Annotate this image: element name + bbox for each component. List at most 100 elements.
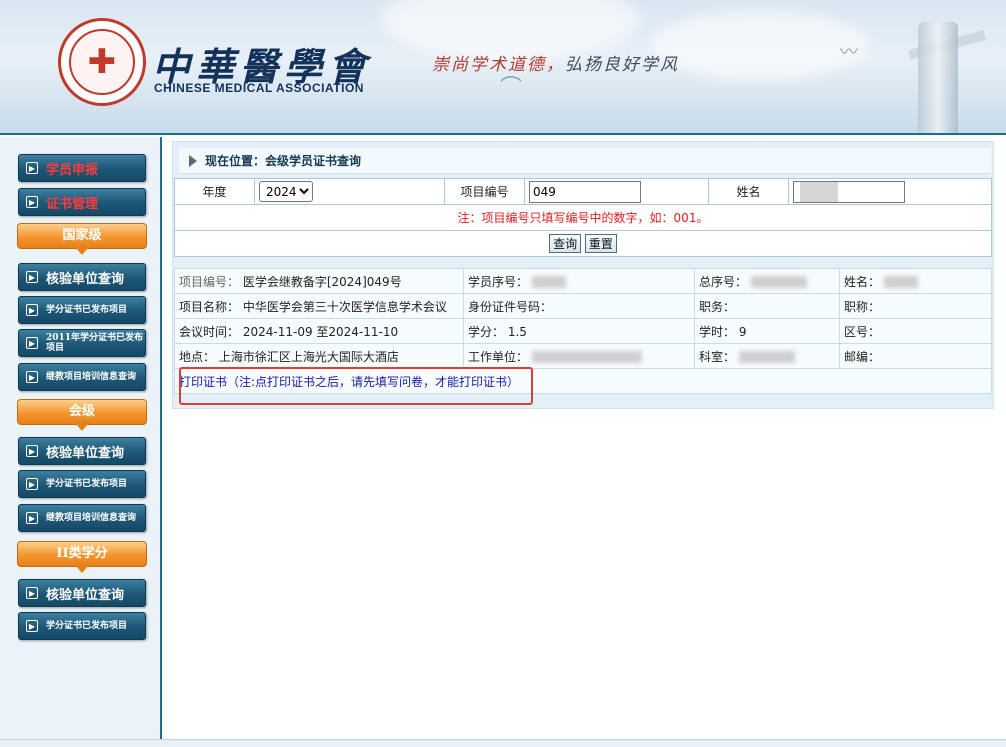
meeting-time-value: 2024-11-09 至2024-11-10 [242,324,399,339]
sidebar-item-published-projects-class-ii[interactable]: ▶ 学分证书已发布项目 [18,612,146,640]
query-actions: 查询 重置 [174,230,992,257]
name-cell [788,178,992,205]
name-label: 姓名 [708,178,789,205]
sidebar-item-student-apply[interactable]: ▶ 学员申报 [18,154,146,182]
credit-value: 1.5 [507,324,527,339]
search-button[interactable]: 查询 [549,234,582,253]
result-cell: 项目编号： 医学会继教备字[2024]049号 [174,268,464,294]
result-cell: 总序号： [694,268,840,294]
year-cell: 2024 [254,178,445,205]
section-header-national: 国家级 [17,223,147,255]
sidebar-item-published-projects-association[interactable]: ▶ 学分证书已发布项目 [18,470,146,498]
result-cell: 学时： 9 [694,318,840,344]
sidebar-item-label: 继教项目培训信息查询 [46,372,137,382]
redacted-value [531,276,566,288]
project-name-key: 项目名称： [179,299,240,314]
logo-english-text: CHINESE MEDICAL ASSOCIATION [154,81,364,95]
arrow-right-icon: ▶ [26,478,38,490]
result-cell: 职称： [839,293,992,319]
project-no-note: 注：项目编号只填写编号中的数字，如：001。 [174,204,992,231]
postcode-key: 邮编： [844,349,881,364]
header-slogan: 崇尚学术道德，弘扬良好学风 [432,50,679,75]
sidebar-item-training-info-association[interactable]: ▶ 继教项目培训信息查询 [18,504,146,532]
table-row: 会议时间： 2024-11-09 至2024-11-10 学分： 1.5 学时：… [174,318,992,344]
result-cell: 姓名： [839,268,992,294]
sidebar-item-verify-unit-association[interactable]: ▶ 核验单位查询 [18,437,146,465]
title-key: 职称： [844,299,881,314]
sidebar-item-published-projects-national[interactable]: ▶ 学分证书已发布项目 [18,296,146,324]
breadcrumb-text: 现在位置：会级学员证书查询 [205,154,362,168]
main-content: 现在位置：会级学员证书查询 年度 2024 项目编号 姓名 [164,137,1006,747]
location-value: 上海市徐汇区上海光大国际大酒店 [218,349,399,364]
year-select[interactable]: 2024 [259,181,313,202]
project-no-label: 项目编号 [444,178,525,205]
arrow-right-icon: ▶ [26,271,38,283]
bird-icon: 〰 [840,42,858,63]
name-input[interactable] [793,180,905,203]
arrow-right-icon: ▶ [26,304,38,316]
sidebar-item-label: 继教项目培训信息查询 [46,513,137,523]
result-cell: 项目名称： 中华医学会第三十次医学信息学术会议 [174,293,464,319]
project-no-input[interactable] [529,180,641,203]
sidebar-item-label: 核验单位查询 [46,271,125,287]
sidebar-item-label: 学分证书已发布项目 [46,621,128,631]
sidebar-item-label: 核验单位查询 [46,445,125,461]
arrow-right-icon: ▶ [26,371,38,383]
arrow-right-icon: ▶ [26,196,38,208]
result-cell: 科室： [694,343,840,369]
result-cell: 区号： [839,318,992,344]
bottom-border [0,739,1006,747]
year-label: 年度 [174,178,255,205]
meeting-time-key: 会议时间： [179,324,240,339]
slogan-part-a: 崇尚学术道德， [432,55,565,75]
project-no-cell [524,178,709,205]
arrow-right-icon: ▶ [26,162,38,174]
sidebar-item-certificate-manage[interactable]: ▶ 证书管理 [18,188,146,216]
section-header-association: 会级 [17,399,147,431]
name-key: 姓名： [844,274,881,289]
content-panel: 现在位置：会级学员证书查询 年度 2024 项目编号 姓名 [172,141,994,409]
bird-icon: ⌒ [500,76,523,101]
breadcrumb: 现在位置：会级学员证书查询 [179,148,991,174]
area-code-key: 区号： [844,324,881,339]
project-no-value: 医学会继教备字[2024]049号 [242,274,402,289]
total-seq-key: 总序号： [699,274,748,289]
arrow-right-icon: ▶ [26,620,38,632]
sidebar-item-label: 学分证书已发布项目 [46,305,128,315]
redacted-value [531,351,642,363]
highlight-box [179,367,533,405]
location-key: 地点： [179,349,216,364]
arrow-right-icon: ▶ [26,587,38,599]
table-row: 项目编号： 医学会继教备字[2024]049号 学员序号： 总序号： 姓名： [174,268,992,294]
slogan-part-b: 弘扬良好学风 [565,55,679,75]
huabiao-pillar-image [918,22,958,133]
work-unit-key: 工作单位： [468,349,529,364]
table-row: 地点： 上海市徐汇区上海光大国际大酒店 工作单位： 科室： 邮编： [174,343,992,369]
sidebar-item-training-info-national[interactable]: ▶ 继教项目培训信息查询 [18,363,146,391]
table-row: 项目名称： 中华医学会第三十次医学信息学术会议 身份证件号码： 职务： 职称： [174,293,992,319]
cma-emblem-logo: ✚ [58,18,146,106]
result-cell: 工作单位： [463,343,695,369]
site-header: ✚ 中華醫學會 CHINESE MEDICAL ASSOCIATION 崇尚学术… [0,0,1006,135]
sidebar-item-label: 证书管理 [46,196,99,212]
hours-value: 9 [738,324,747,339]
result-cell: 地点： 上海市徐汇区上海光大国际大酒店 [174,343,464,369]
department-key: 科室： [699,349,736,364]
position-key: 职务： [699,299,736,314]
arrow-right-icon: ▶ [26,337,38,349]
redacted-value [883,276,918,288]
result-cell: 邮编： [839,343,992,369]
result-cell: 身份证件号码： [463,293,695,319]
sidebar-item-verify-unit-national[interactable]: ▶ 核验单位查询 [18,263,146,291]
result-cell: 学分： 1.5 [463,318,695,344]
sidebar-item-label: 学员申报 [46,162,99,178]
query-form-table: 年度 2024 项目编号 姓名 注：项目编号只填写编号中的数字，如：001。 [174,178,992,257]
reset-button[interactable]: 重置 [584,234,617,253]
sidebar-item-label: 学分证书已发布项目 [46,479,128,489]
redacted-value [750,276,807,288]
section-header-class-ii: II类学分 [17,541,147,573]
arrow-right-icon: ▶ [26,445,38,457]
arrow-right-icon: ▶ [26,512,38,524]
sidebar-item-2011-published-projects[interactable]: ▶ 2011年学分证书已发布项目 [18,329,146,357]
sidebar-item-verify-unit-class-ii[interactable]: ▶ 核验单位查询 [18,579,146,607]
